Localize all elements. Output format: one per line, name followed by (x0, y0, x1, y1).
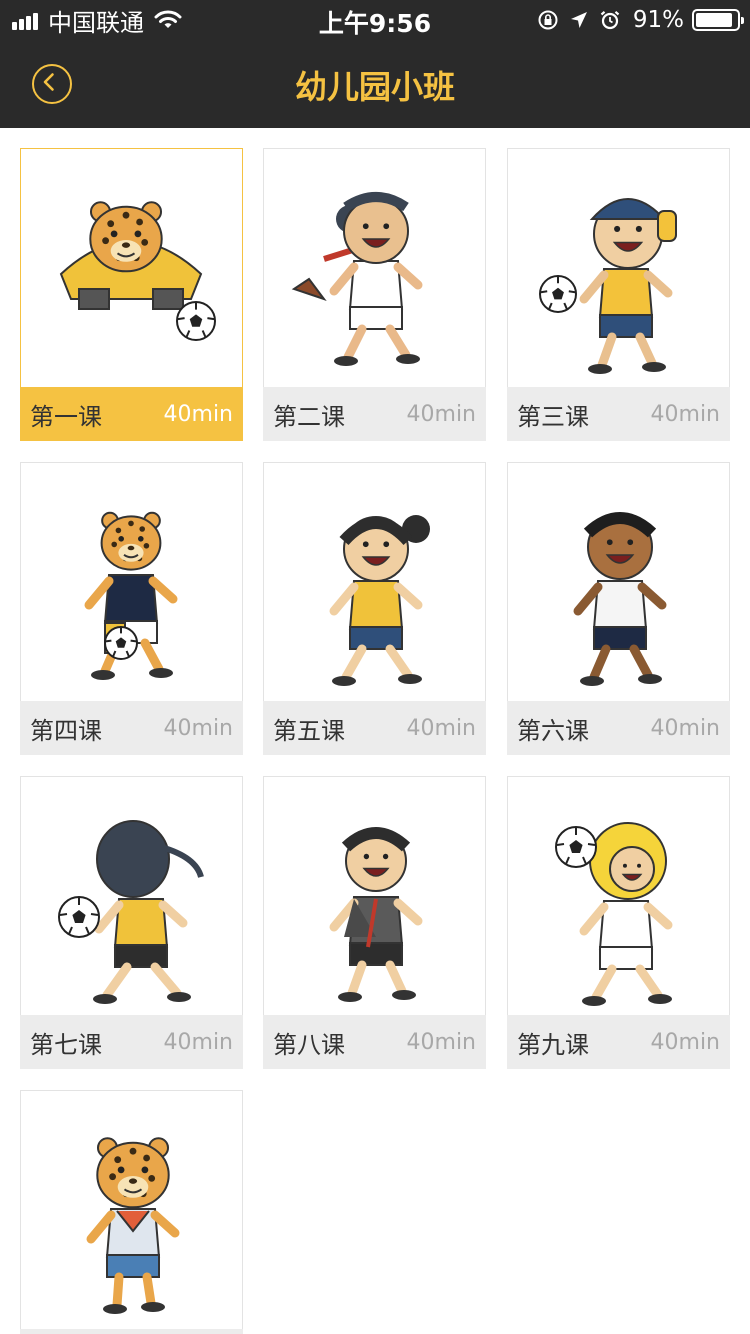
lesson-title: 第七课 (30, 1030, 102, 1059)
lesson-character-illustration (21, 463, 242, 701)
battery-nub (741, 17, 744, 24)
lesson-duration: 40min (163, 715, 233, 741)
lesson-character-illustration (508, 463, 729, 701)
status-bar: 中国联通 上午9:56 91% (0, 0, 750, 40)
lesson-title: 第八课 (273, 1030, 345, 1059)
lesson-info-bar: 第二课 40min (263, 387, 486, 441)
soccer-ball-icon (555, 826, 597, 868)
lesson-title: 第九课 (517, 1030, 589, 1059)
battery-percent: 91% (632, 7, 684, 33)
lesson-character-illustration (21, 777, 242, 1015)
lesson-info-bar: 第四课 40min (20, 701, 243, 755)
lesson-card[interactable]: 第七课 40min (20, 776, 243, 1069)
lesson-title: 第一课 (30, 402, 102, 431)
lesson-duration: 40min (650, 1029, 720, 1055)
lesson-title: 第五课 (273, 716, 345, 745)
lesson-card[interactable]: 第八课 40min (263, 776, 486, 1069)
soccer-ball-icon (539, 275, 577, 313)
lesson-card[interactable]: 第五课 40min (263, 462, 486, 755)
lesson-card[interactable]: 第二课 40min (263, 148, 486, 441)
lesson-character-illustration (264, 463, 485, 701)
lesson-info-bar: 第三课 40min (507, 387, 730, 441)
lesson-duration: 40min (406, 401, 476, 427)
lesson-title: 第二课 (273, 402, 345, 431)
lesson-duration: 40min (163, 1029, 233, 1055)
lesson-duration: 40min (650, 401, 720, 427)
lesson-duration: 40min (406, 715, 476, 741)
lesson-card[interactable]: 第四课 40min (20, 462, 243, 755)
lesson-title: 第三课 (517, 402, 589, 431)
lesson-info-bar (20, 1329, 243, 1334)
status-right: 91% (537, 6, 744, 34)
alarm-icon (600, 10, 620, 30)
lesson-card[interactable]: 第三课 40min (507, 148, 730, 441)
lesson-info-bar: 第五课 40min (263, 701, 486, 755)
lesson-card[interactable]: 第九课 40min (507, 776, 730, 1069)
lesson-duration: 40min (163, 401, 233, 427)
soccer-ball-icon (104, 626, 138, 660)
lesson-info-bar: 第八课 40min (263, 1015, 486, 1069)
page-title: 幼儿园小班 (294, 68, 455, 106)
soccer-ball-icon (176, 301, 216, 341)
battery-icon (692, 9, 744, 31)
lesson-character-illustration (264, 777, 485, 1015)
lesson-character-illustration (264, 149, 485, 387)
lesson-info-bar: 第七课 40min (20, 1015, 243, 1069)
lesson-character-illustration (21, 1091, 242, 1329)
location-arrow-icon (570, 12, 587, 28)
lesson-character-illustration (21, 149, 242, 387)
battery-fill (696, 13, 733, 27)
lesson-info-bar: 第九课 40min (507, 1015, 730, 1069)
lesson-duration: 40min (650, 715, 720, 741)
lesson-grid: 第一课 40min 第二课 40min 第三课 40min 第四课 40min … (0, 128, 750, 1334)
lesson-duration: 40min (406, 1029, 476, 1055)
soccer-ball-icon (58, 896, 100, 938)
rotation-lock-icon (538, 10, 558, 30)
lesson-info-bar: 第一课 40min (20, 387, 243, 441)
lesson-card[interactable]: 第六课 40min (507, 462, 730, 755)
lesson-character-illustration (508, 149, 729, 387)
lesson-card[interactable] (20, 1090, 243, 1334)
lesson-character-illustration (508, 777, 729, 1015)
lesson-title: 第四课 (30, 716, 102, 745)
nav-bar: 幼儿园小班 (0, 40, 750, 128)
lesson-card[interactable]: 第一课 40min (20, 148, 243, 441)
lesson-title: 第六课 (517, 716, 589, 745)
lesson-info-bar: 第六课 40min (507, 701, 730, 755)
